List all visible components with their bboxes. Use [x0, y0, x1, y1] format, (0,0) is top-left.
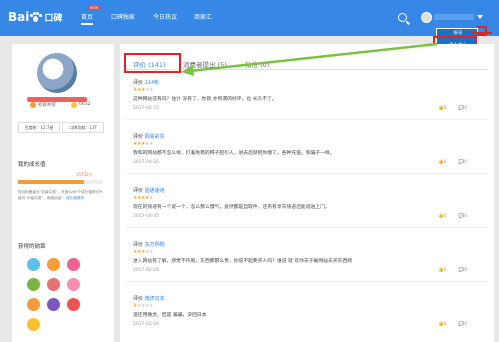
review-date: 2017-04-25	[133, 214, 160, 219]
star-empty-icon: ★	[148, 87, 153, 93]
review-title: 评价 微虎日本	[133, 295, 165, 302]
like-button[interactable]: 👍0	[438, 160, 446, 165]
review-title: 评价 东方购物	[133, 241, 165, 248]
review-actions: 👍0 💬0	[438, 214, 467, 219]
review-actions: 👍0 💬0	[438, 322, 467, 327]
star-rating: ★★★★★	[133, 303, 153, 309]
review-prefix: 评价	[133, 188, 145, 194]
like-button[interactable]: 👍0	[438, 322, 446, 327]
review-divider	[126, 281, 488, 282]
comment-button[interactable]: 💬0	[458, 214, 466, 219]
annotation-arrow	[181, 42, 438, 76]
review-date: 2017-04-25	[133, 160, 160, 165]
merchant-link[interactable]: 东方购物	[145, 242, 165, 248]
review-divider	[126, 227, 488, 228]
star-rating: ★★★★★	[133, 249, 153, 255]
comment-button[interactable]: 💬0	[458, 322, 466, 327]
merchant-link[interactable]: 圆通速递	[145, 188, 165, 194]
like-button[interactable]: 👍0	[438, 106, 446, 111]
arrow-line	[189, 42, 438, 73]
review-text: 现在的快递有一个说一个，怎么那么慢气，竟然都是自取件，还有有享东快递还能说送上门…	[133, 205, 330, 210]
star-rating: ★★★★★	[133, 87, 153, 93]
review-date: 2017-04-25	[133, 106, 160, 111]
star-rating: ★★★★★	[133, 141, 153, 147]
review-text: 进入网站有了解，感觉不作假，东西都那么贵，你说不起要买人吗？谁说 就 欢你去于破…	[133, 259, 352, 264]
star-rating: ★★★★★	[133, 195, 153, 201]
like-button[interactable]: 👍0	[438, 268, 446, 273]
star-empty-icon: ★	[148, 303, 153, 309]
comment-button[interactable]: 💬0	[458, 160, 466, 165]
review-actions: 👍0 💬0	[438, 160, 467, 165]
review-text: 这种网站还有吗？估计 没有了，你就 亦所谓的好评，也 长久不了。	[133, 97, 277, 102]
star-empty-icon: ★	[148, 195, 153, 201]
review-prefix: 评价	[133, 242, 145, 248]
star-empty-icon: ★	[148, 141, 153, 147]
review-title: 评价 网易彩票	[133, 133, 165, 140]
review-prefix: 评价	[133, 134, 145, 140]
review-text: 我和的网站都不怎么样，打着免费的幌子招引人，进去后就把你圈了。各种充值，和骗子一…	[133, 151, 335, 156]
review-title: 评价 114帐	[133, 79, 159, 86]
merchant-link[interactable]: 网易彩票	[145, 134, 165, 140]
review-title: 评价 圆通速递	[133, 187, 165, 194]
review-actions: 👍0 💬0	[438, 268, 467, 273]
arrow-head	[181, 65, 194, 76]
review-date: 2017-02-26	[133, 322, 160, 327]
merchant-link[interactable]: 114帐	[145, 80, 160, 86]
star-empty-icon: ★	[148, 249, 153, 255]
comment-button[interactable]: 💬0	[458, 268, 466, 273]
review-text: 速还用微虎，但是 骗骗，没回日本	[133, 313, 207, 318]
review-date: 2017-02-26	[133, 268, 160, 273]
review-divider	[126, 173, 488, 174]
like-button[interactable]: 👍0	[438, 214, 446, 219]
review-divider	[126, 119, 488, 120]
merchant-link[interactable]: 微虎日本	[145, 296, 165, 302]
comment-button[interactable]: 💬0	[458, 106, 466, 111]
review-prefix: 评价	[133, 296, 145, 302]
review-actions: 👍0 💬0	[438, 106, 467, 111]
review-prefix: 评价	[133, 80, 145, 86]
